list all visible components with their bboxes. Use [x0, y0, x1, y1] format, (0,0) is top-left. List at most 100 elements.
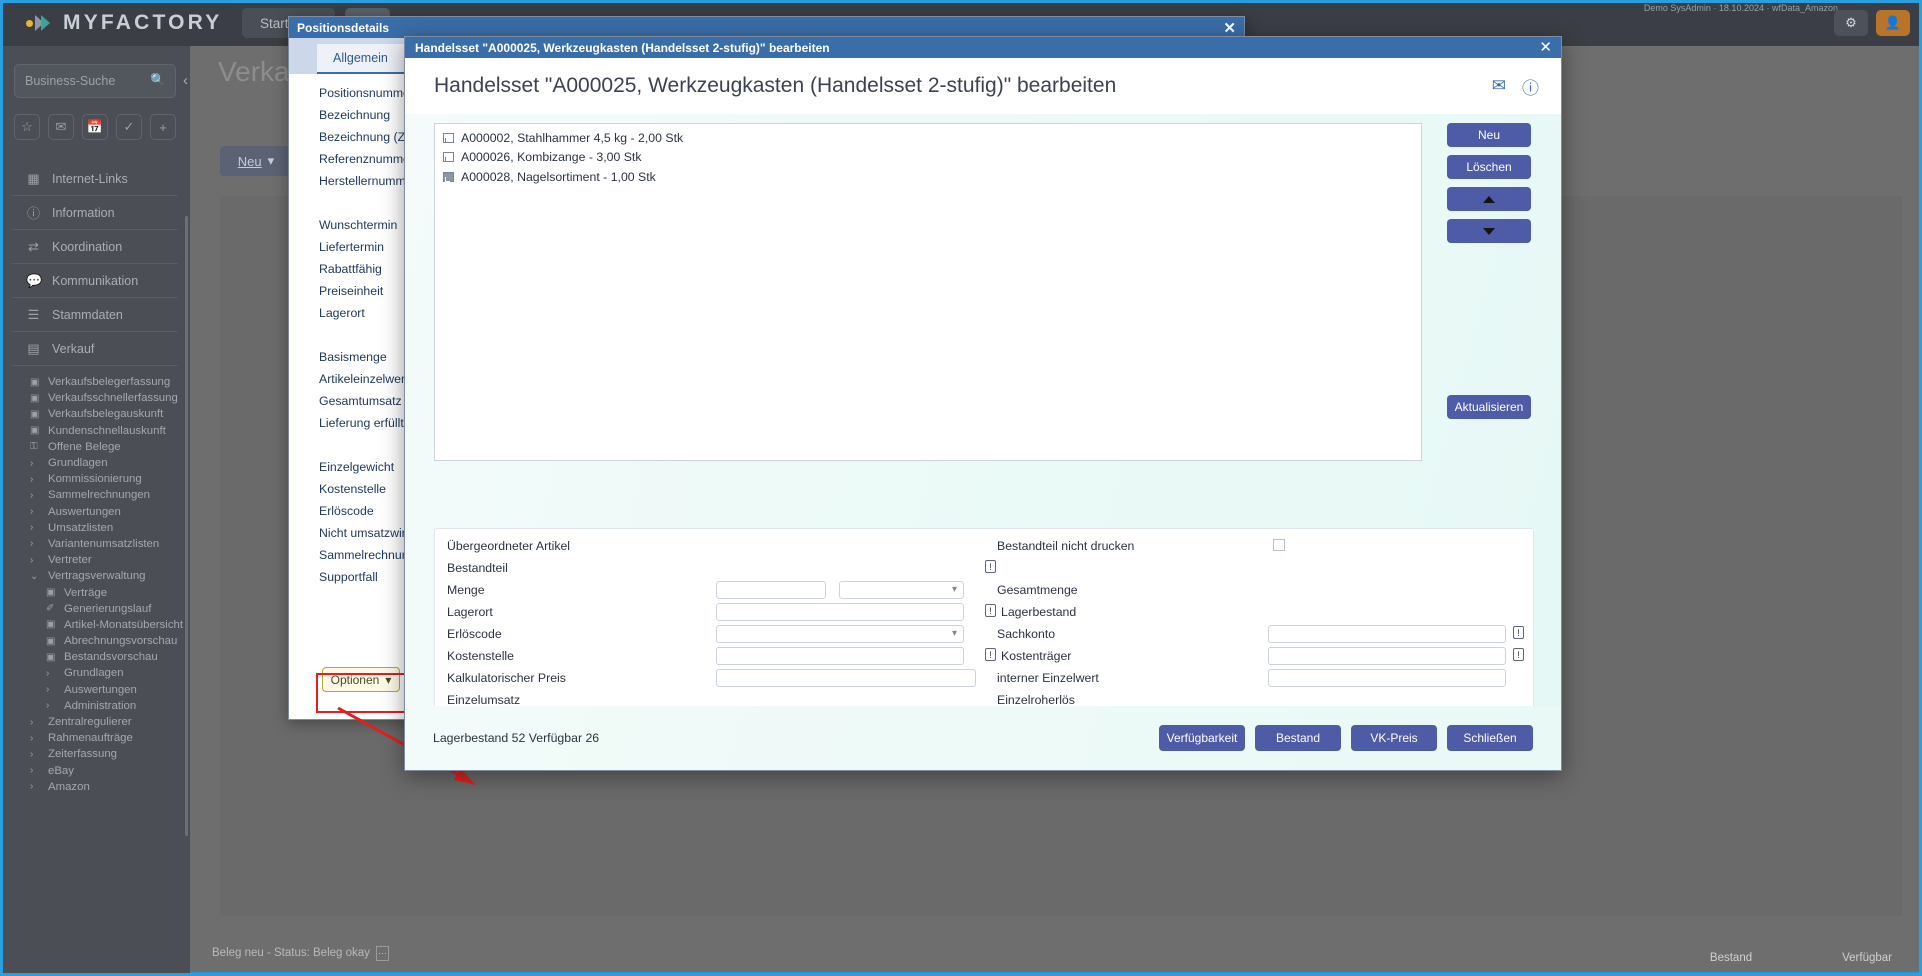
- checkbox-bestandteil-nicht-drucken[interactable]: [1273, 539, 1285, 551]
- sidebar-item-label: Koordination: [52, 239, 123, 254]
- tab-allgemein[interactable]: Allgemein: [317, 44, 404, 74]
- availability-button[interactable]: Verfügbarkeit: [1159, 725, 1245, 751]
- move-down-button[interactable]: [1447, 219, 1531, 243]
- chevron-down-icon: ▾: [951, 584, 957, 595]
- field-label-bestandteil-nicht-drucken: Bestandteil nicht drucken: [997, 539, 1135, 553]
- plus-circle-icon[interactable]: +: [150, 114, 176, 140]
- sidebar-item-internet-links[interactable]: ▦ Internet-Links: [12, 162, 178, 196]
- sales-price-button[interactable]: VK-Preis: [1351, 725, 1437, 751]
- stock-button[interactable]: Bestand: [1255, 725, 1341, 751]
- picker-kostentraeger-button[interactable]: !: [1513, 648, 1524, 661]
- sidebar-subitem-12[interactable]: ⌄ Vertragsverwaltung: [0, 568, 190, 584]
- sidebar-subitem-label: Offene Belege: [48, 440, 121, 453]
- sidebar-subitem-label: Grundlagen: [48, 457, 108, 470]
- refresh-button[interactable]: Aktualisieren: [1447, 395, 1531, 419]
- mail-icon[interactable]: ✉: [48, 114, 74, 140]
- mail-icon[interactable]: ✉: [1492, 76, 1506, 96]
- select-menge-einheit[interactable]: ▾: [839, 581, 964, 599]
- input-sachkonto[interactable]: [1268, 625, 1506, 643]
- table-icon: ▣: [46, 651, 56, 663]
- sidebar-subitem-23[interactable]: › Zeiterfassung: [0, 746, 190, 762]
- select-erloescode[interactable]: ▾: [716, 625, 964, 643]
- sidebar-subitem-label: Grundlagen: [64, 667, 124, 680]
- table-icon: ▣: [30, 392, 40, 404]
- chevron-down-icon: ⌄: [30, 570, 39, 582]
- sidebar-subitem-1[interactable]: ▣ Verkaufsschnellerfassung: [0, 390, 190, 406]
- sidebar-subitem-6[interactable]: › Kommissionierung: [0, 471, 190, 487]
- sidebar-subitem-14[interactable]: ✐ Generierungslauf: [0, 601, 190, 617]
- collapse-sidebar-icon[interactable]: ‹: [183, 72, 188, 89]
- field-label-kostentraeger: Kostenträger: [1001, 649, 1072, 663]
- help-icon[interactable]: ⓘ: [1522, 74, 1539, 99]
- check-circle-icon[interactable]: ✓: [116, 114, 142, 140]
- sidebar-subitem-13[interactable]: ▣ Verträge: [0, 584, 190, 600]
- sidebar-subitem-16[interactable]: ▣ Abrechnungsvorschau: [0, 633, 190, 649]
- sidebar-item-verkauf[interactable]: ▤ Verkauf: [12, 332, 178, 366]
- sidebar-subitem-8[interactable]: › Auswertungen: [0, 504, 190, 520]
- table-icon: ▣: [46, 619, 56, 631]
- sidebar-scrollbar[interactable]: [185, 216, 188, 836]
- input-kalkulatorischer-preis[interactable]: [716, 669, 976, 687]
- input-interner-einzelwert[interactable]: [1268, 669, 1506, 687]
- sidebar-subitem-10[interactable]: › Variantenumsatzlisten: [0, 536, 190, 552]
- user-icon[interactable]: 👤: [1876, 10, 1910, 36]
- sidebar-subitem-label: Verkaufsbelegauskunft: [48, 408, 164, 421]
- sidebar-subitem-15[interactable]: ▣ Artikel-Monatsübersicht: [0, 617, 190, 633]
- star-icon[interactable]: ☆: [14, 114, 40, 140]
- sidebar-subitem-20[interactable]: › Administration: [0, 698, 190, 714]
- document-status-bar: Beleg neu - Status: Beleg okay ⋯: [212, 940, 1922, 966]
- list-item[interactable]: A000028, Nagelsortiment - 1,00 Stk: [443, 170, 1421, 184]
- sidebar-subitem-25[interactable]: › Amazon: [0, 779, 190, 795]
- sidebar-subitem-5[interactable]: › Grundlagen: [0, 455, 190, 471]
- sidebar-subitem-7[interactable]: › Sammelrechnungen: [0, 487, 190, 503]
- wrench-icon[interactable]: ⚙: [1834, 10, 1868, 36]
- sidebar-subitem-24[interactable]: › eBay: [0, 763, 190, 779]
- sidebar-subitem-label: Artikel-Monatsübersicht: [64, 618, 184, 631]
- picker-bestandteil-button[interactable]: !: [985, 560, 996, 573]
- sidebar-item-label: Information: [52, 205, 115, 220]
- sidebar-subitem-9[interactable]: › Umsatzlisten: [0, 520, 190, 536]
- sidebar-subitem-3[interactable]: ▣ Kundenschnellauskunft: [0, 423, 190, 439]
- sidebar-subitem-4[interactable]: ⚿ Offene Belege: [0, 439, 190, 455]
- sidebar-subitem-19[interactable]: › Auswertungen: [0, 682, 190, 698]
- picker-lagerort-button[interactable]: !: [985, 604, 996, 617]
- close-icon[interactable]: ✕: [1539, 38, 1552, 56]
- list-item[interactable]: A000026, Kombizange - 3,00 Stk: [443, 150, 1421, 164]
- chevron-right-icon: ›: [30, 554, 34, 566]
- input-menge[interactable]: [716, 581, 826, 599]
- list-item[interactable]: A000002, Stahlhammer 4,5 kg - 2,00 Stk: [443, 131, 1421, 145]
- sidebar-subitem-0[interactable]: ▣ Verkaufsbelegerfassung: [0, 374, 190, 390]
- sidebar-item-information[interactable]: ⓘ Information: [12, 196, 178, 230]
- search-input[interactable]: Business-Suche 🔍: [14, 64, 176, 98]
- new-button[interactable]: Neu: [1447, 123, 1531, 147]
- brand-name: MYFACTORY: [63, 11, 223, 34]
- components-list[interactable]: A000002, Stahlhammer 4,5 kg - 2,00 Stk A0…: [434, 123, 1422, 461]
- input-kostentraeger[interactable]: [1268, 647, 1506, 665]
- stock-status-text: Lagerbestand 52 Verfügbar 26: [433, 731, 600, 745]
- sidebar-subitem-label: Kommissionierung: [48, 473, 142, 486]
- calendar-icon[interactable]: 📅: [82, 114, 108, 140]
- sidebar-subitem-18[interactable]: › Grundlagen: [0, 665, 190, 681]
- picker-kostenstelle-button[interactable]: !: [985, 648, 996, 661]
- status-more-icon[interactable]: ⋯: [375, 945, 389, 961]
- sidebar-subitem-22[interactable]: › Rahmenaufträge: [0, 730, 190, 746]
- close-button[interactable]: Schließen: [1447, 725, 1533, 751]
- field-label-bestandteil: Bestandteil: [447, 561, 508, 575]
- new-document-button[interactable]: Neu ▾: [220, 146, 292, 176]
- sidebar-item-kommunikation[interactable]: 💬 Kommunikation: [12, 264, 178, 298]
- input-kostenstelle[interactable]: [716, 647, 964, 665]
- sidebar-subitem-17[interactable]: ▣ Bestandsvorschau: [0, 649, 190, 665]
- sidebar-subitem-11[interactable]: › Vertreter: [0, 552, 190, 568]
- sidebar-item-koordination[interactable]: ⇄ Koordination: [12, 230, 178, 264]
- chevron-down-icon: ▾: [267, 153, 275, 168]
- close-icon[interactable]: ✕: [1223, 19, 1236, 37]
- move-up-button[interactable]: [1447, 187, 1531, 211]
- delete-button[interactable]: Löschen: [1447, 155, 1531, 179]
- picker-sachkonto-button[interactable]: !: [1513, 626, 1524, 639]
- sidebar-subitem-21[interactable]: › Zentralregulierer: [0, 714, 190, 730]
- sidebar-item-stammdaten[interactable]: ☰ Stammdaten: [12, 298, 178, 332]
- chevron-right-icon: ›: [30, 457, 34, 469]
- sidebar-subitem-2[interactable]: ▣ Verkaufsbelegauskunft: [0, 406, 190, 422]
- input-lagerort[interactable]: [716, 603, 964, 621]
- new-document-label: Neu: [237, 153, 262, 169]
